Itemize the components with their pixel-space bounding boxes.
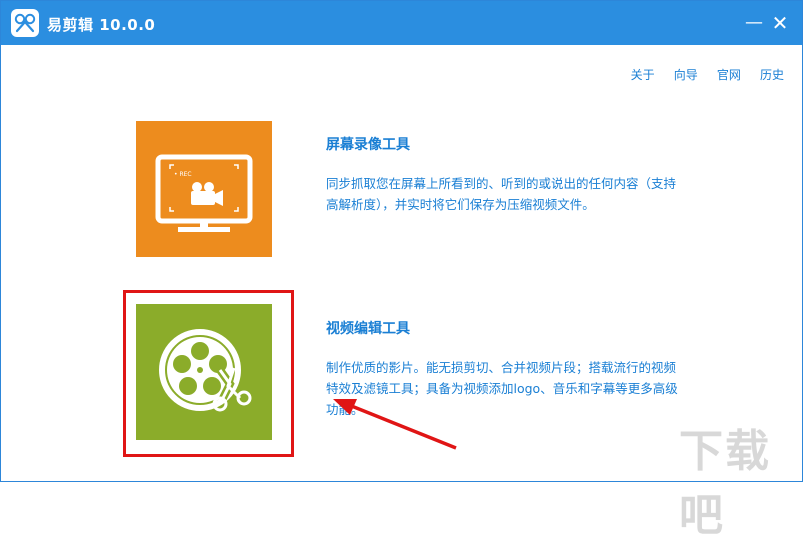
title-bar[interactable]: 易剪辑 10.0.0 — ✕ [1, 1, 802, 45]
nav-history-link[interactable]: 历史 [760, 66, 784, 83]
app-logo-icon [11, 9, 39, 37]
rec-label: • REC [174, 171, 192, 178]
screen-record-icon: • REC [155, 154, 253, 232]
screen-record-tile[interactable]: • REC [136, 121, 272, 257]
video-edit-description: 制作优质的影片。能无损剪切、合并视频片段；搭载流行的视频特效及滤镜工具；具备为视… [326, 360, 678, 417]
screen-record-title[interactable]: 屏幕录像工具 [326, 134, 410, 154]
video-edit-title[interactable]: 视频编辑工具 [326, 318, 410, 338]
close-button[interactable]: ✕ [767, 11, 793, 35]
minimize-button[interactable]: — [741, 11, 767, 35]
nav-about-link[interactable]: 关于 [631, 66, 655, 83]
highlight-box [123, 290, 294, 457]
nav-website-link[interactable]: 官网 [717, 66, 741, 83]
nav-guide-link[interactable]: 向导 [674, 66, 698, 83]
watermark: 下载吧 [679, 426, 771, 541]
window-title: 易剪辑 10.0.0 [47, 16, 156, 34]
app-window: 易剪辑 10.0.0 — ✕ 关于 向导 官网 历史 • REC 屏幕录像工具 … [0, 0, 803, 541]
top-nav: 关于 向导 官网 历史 [617, 64, 784, 83]
screen-record-description: 同步抓取您在屏幕上所看到的、听到的或说出的任何内容（支持高解析度），并实时将它们… [326, 176, 677, 212]
